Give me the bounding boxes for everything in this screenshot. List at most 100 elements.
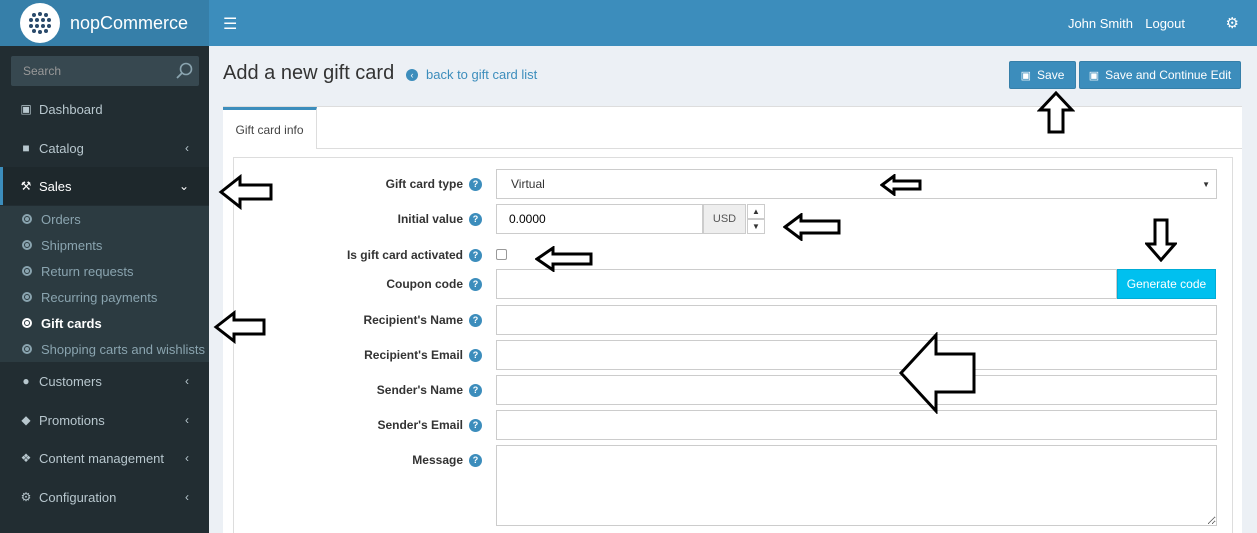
save-continue-button-label: Save and Continue Edit <box>1105 68 1232 82</box>
submenu-item-return-requests[interactable]: Return requests <box>22 258 134 284</box>
activated-checkbox[interactable] <box>496 249 507 260</box>
annotation-arrow-left-icon <box>898 332 976 414</box>
help-icon[interactable]: ? <box>469 418 482 432</box>
gift-card-type-select[interactable]: Virtual ▼ <box>496 169 1217 199</box>
sidebar-item-sales[interactable]: ⚒ Sales ⌄ <box>0 167 209 205</box>
circle-icon <box>22 214 32 224</box>
help-icon[interactable]: ? <box>469 212 482 226</box>
circle-icon <box>22 292 32 302</box>
sidebar-item-label: Content management <box>39 450 165 466</box>
sidebar-item-promotions[interactable]: ◆ Promotions ‹ <box>0 401 209 439</box>
cart-icon: ⚒ <box>20 179 32 193</box>
recipient-name-label: Recipient's Name? <box>363 313 482 327</box>
help-icon[interactable]: ? <box>469 348 482 362</box>
nopcommerce-logo-icon <box>20 3 60 43</box>
initial-value-label: Initial value? <box>398 212 482 226</box>
back-link-label: back to gift card list <box>426 67 538 82</box>
help-icon[interactable]: ? <box>469 177 482 191</box>
user-name[interactable]: John Smith <box>1068 16 1133 31</box>
submenu-item-recurring-payments[interactable]: Recurring payments <box>22 284 157 310</box>
annotation-arrow-down-icon <box>1145 218 1177 262</box>
help-icon[interactable]: ? <box>469 313 482 327</box>
submenu-item-shopping-carts[interactable]: Shopping carts and wishlists <box>22 336 205 362</box>
recipient-email-label: Recipient's Email? <box>364 348 482 362</box>
chevron-left-icon: ‹ <box>185 374 189 388</box>
monitor-icon: ▣ <box>20 102 32 116</box>
sidebar-search <box>11 56 199 86</box>
tab-gift-card-info[interactable]: Gift card info <box>223 107 317 149</box>
sender-email-input[interactable] <box>496 410 1217 440</box>
submenu-item-gift-cards[interactable]: Gift cards <box>22 310 102 336</box>
sidebar-item-label: Dashboard <box>39 101 103 117</box>
label-text: Sender's Name <box>376 383 463 397</box>
sidebar-item-label: Customers <box>39 373 102 389</box>
currency-addon: USD <box>703 204 746 234</box>
annotation-arrow-left-icon <box>880 174 922 196</box>
circle-icon <box>22 344 32 354</box>
help-icon[interactable]: ? <box>469 453 482 467</box>
page-title: Add a new gift card <box>223 62 395 84</box>
caret-down-icon: ▼ <box>1202 180 1210 189</box>
generate-code-button[interactable]: Generate code <box>1117 269 1216 299</box>
number-spinner[interactable]: ▲ ▼ <box>747 204 765 234</box>
help-icon[interactable]: ? <box>469 248 482 262</box>
submenu-label: Gift cards <box>41 315 102 331</box>
submenu-item-orders[interactable]: Orders <box>22 206 81 232</box>
sidebar-item-customers[interactable]: ● Customers ‹ <box>0 362 209 400</box>
top-navbar: ☰ John Smith Logout ⚙ <box>209 0 1257 46</box>
sidebar-item-label: Promotions <box>39 412 105 428</box>
label-text: Message <box>412 453 463 467</box>
sidebar-item-content-management[interactable]: ❖ Content management ‹ <box>0 439 209 477</box>
search-input[interactable] <box>11 56 171 86</box>
back-link[interactable]: ‹ back to gift card list <box>406 67 537 82</box>
chevron-down-icon: ⌄ <box>178 179 189 193</box>
save-button-label: Save <box>1037 68 1065 82</box>
logo[interactable]: nopCommerce <box>0 0 209 46</box>
menu-toggle-icon[interactable]: ☰ <box>223 14 237 34</box>
chevron-left-icon: ‹ <box>185 141 189 155</box>
message-textarea[interactable] <box>496 445 1217 526</box>
label-text: Is gift card activated <box>346 248 463 262</box>
save-continue-button[interactable]: ▣ Save and Continue Edit <box>1079 61 1241 89</box>
annotation-arrow-left-icon <box>218 174 273 210</box>
logout-link[interactable]: Logout <box>1145 16 1185 31</box>
sender-email-label: Sender's Email? <box>377 418 482 432</box>
sidebar-item-catalog[interactable]: ■ Catalog ‹ <box>0 129 209 167</box>
annotation-arrow-left-icon <box>783 213 841 241</box>
sidebar-item-configuration[interactable]: ⚙ Configuration ‹ <box>0 478 209 516</box>
label-text: Sender's Email <box>377 418 463 432</box>
gears-icon[interactable]: ⚙ <box>1226 14 1239 32</box>
sidebar-item-dashboard[interactable]: ▣ Dashboard <box>0 90 209 128</box>
circle-icon <box>22 318 32 328</box>
floppy-icon: ▣ <box>1020 69 1032 82</box>
submenu-label: Shopping carts and wishlists <box>41 341 206 357</box>
coupon-code-input[interactable] <box>496 269 1117 299</box>
tag-icon: ◆ <box>21 413 31 427</box>
select-value: Virtual <box>511 177 545 191</box>
message-label: Message? <box>412 453 482 467</box>
sidebar-item-label: Configuration <box>39 489 117 505</box>
search-icon[interactable] <box>175 62 193 80</box>
label-text: Coupon code <box>386 277 463 291</box>
circle-icon <box>22 240 32 250</box>
help-icon[interactable]: ? <box>469 383 482 397</box>
spinner-down-icon[interactable]: ▼ <box>747 219 765 234</box>
help-icon[interactable]: ? <box>469 277 482 291</box>
recipient-name-input[interactable] <box>496 305 1217 335</box>
book-icon: ■ <box>22 141 30 155</box>
cubes-icon: ❖ <box>20 451 32 465</box>
sales-submenu: Orders Shipments Return requests Recurri… <box>0 206 209 362</box>
spinner-up-icon[interactable]: ▲ <box>747 204 765 219</box>
activated-label: Is gift card activated? <box>347 248 482 262</box>
submenu-label: Return requests <box>41 263 134 279</box>
chevron-left-icon: ‹ <box>185 413 189 427</box>
recipient-email-input[interactable] <box>496 340 1217 370</box>
save-button[interactable]: ▣ Save <box>1009 61 1076 89</box>
label-text: Gift card type <box>385 177 463 191</box>
chevron-left-icon: ‹ <box>185 490 189 504</box>
annotation-arrow-up-icon <box>1037 91 1075 134</box>
submenu-item-shipments[interactable]: Shipments <box>22 232 102 258</box>
sender-name-input[interactable] <box>496 375 1217 405</box>
app-name: nopCommerce <box>70 12 189 33</box>
initial-value-input[interactable] <box>496 204 703 234</box>
